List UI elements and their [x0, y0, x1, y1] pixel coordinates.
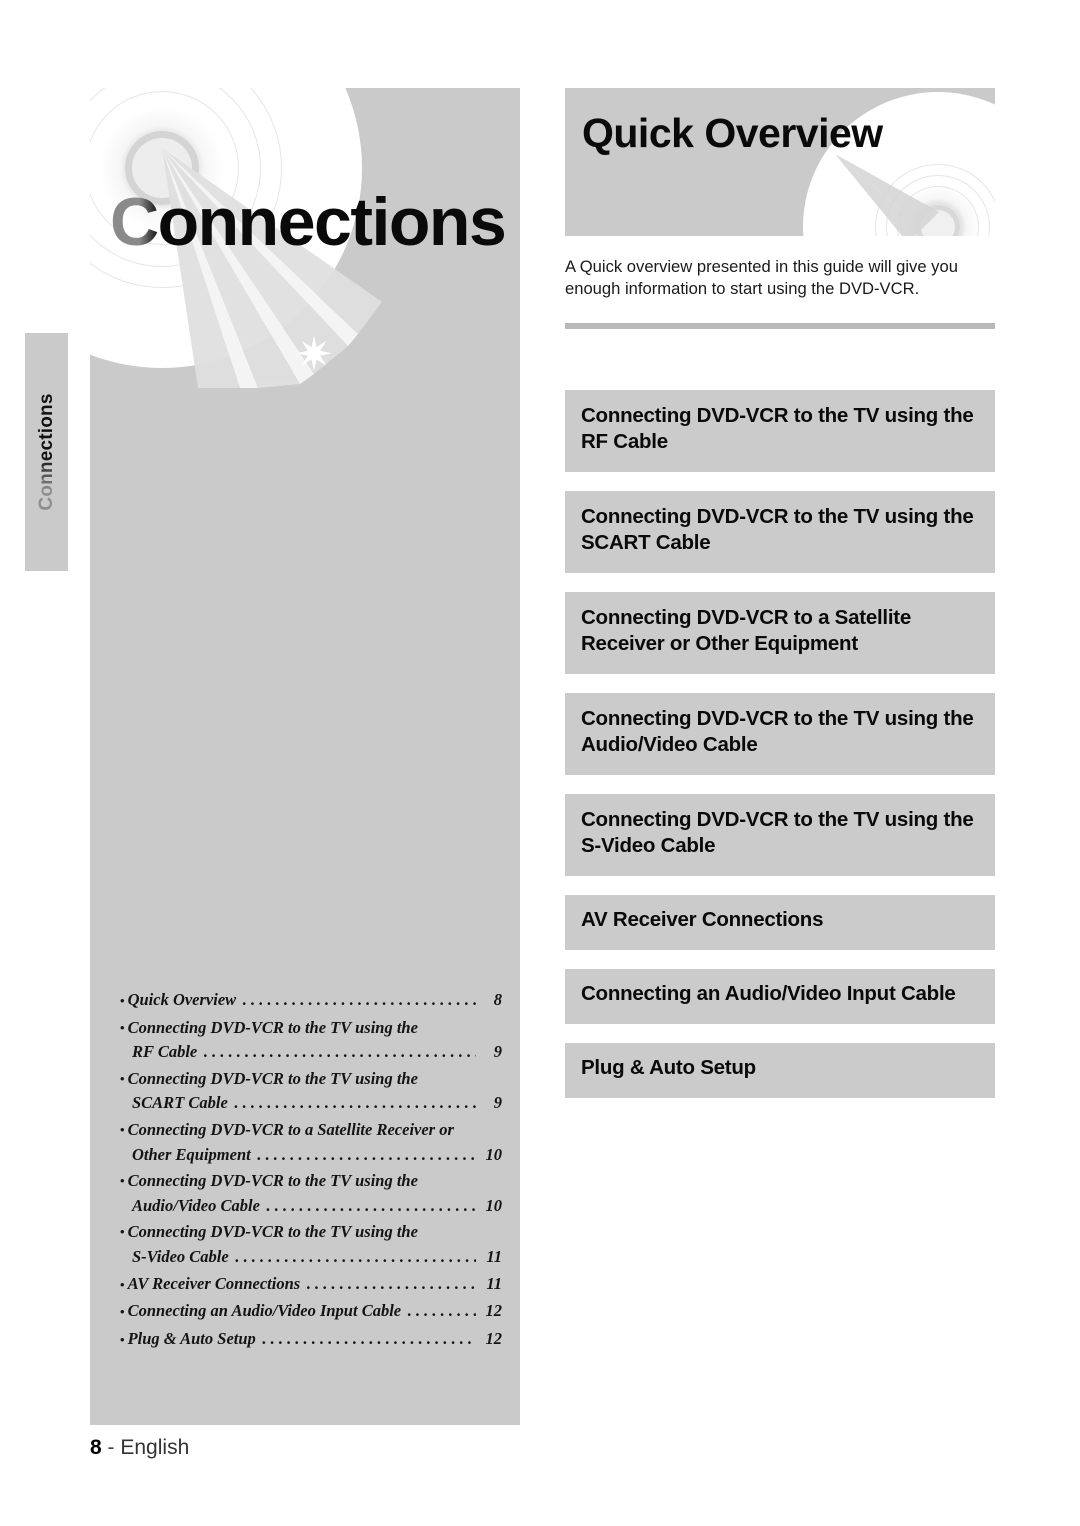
laser-sparkle-icon: ✷ — [294, 328, 334, 380]
toc-bullet-icon: • — [120, 1121, 125, 1137]
toc-dot-leader: ........................................… — [256, 1144, 476, 1164]
toc-entry-label: Quick Overview — [127, 990, 237, 1009]
toc-page-number: 9 — [493, 1093, 502, 1113]
section-box-label: Connecting DVD-VCR to the TV using the S… — [581, 808, 974, 857]
toc-entry-label: Connecting DVD-VCR to the TV using the — [127, 1017, 418, 1037]
section-box-label: AV Receiver Connections — [581, 908, 824, 931]
section-box[interactable]: Connecting an Audio/Video Input Cable — [565, 969, 995, 1024]
toc-bullet-icon: • — [120, 993, 125, 1008]
toc-entry-label: Connecting an Audio/Video Input Cable — [127, 1301, 402, 1321]
section-box[interactable]: Connecting DVD-VCR to the TV using the S… — [565, 794, 995, 876]
toc-bullet-icon: • — [120, 1331, 125, 1347]
section-box[interactable]: Connecting DVD-VCR to the TV using the S… — [565, 491, 995, 573]
toc-dot-leader: ........................................… — [234, 1246, 476, 1266]
toc-page-number: 8 — [493, 990, 502, 1009]
section-box[interactable]: Connecting DVD-VCR to a Satellite Receiv… — [565, 592, 995, 674]
footer-separator: - — [107, 1436, 115, 1459]
toc-entry[interactable]: • Connecting DVD-VCR to the TV using the A… — [120, 1169, 502, 1218]
toc-entry[interactable]: • Connecting an Audio/Video Input Cable..… — [120, 1299, 502, 1325]
toc-page-number: 11 — [486, 1273, 502, 1293]
horizontal-divider — [565, 323, 995, 329]
toc-entry-label-cont: SCART Cable — [132, 1093, 228, 1113]
toc-entry-label: AV Receiver Connections — [127, 1273, 301, 1293]
section-title: Quick Overview — [582, 110, 883, 156]
table-of-contents: • Quick Overview.........................… — [120, 988, 502, 1354]
toc-bullet-icon: • — [120, 1070, 125, 1086]
section-box[interactable]: Connecting DVD-VCR to the TV using the R… — [565, 390, 995, 472]
toc-dot-leader: ........................................… — [233, 1093, 476, 1113]
toc-bullet-icon: • — [120, 1224, 125, 1240]
toc-dot-leader: ........................................… — [407, 1301, 476, 1321]
toc-page-number: 9 — [493, 1042, 502, 1062]
quick-overview-header: Quick Overview — [565, 88, 995, 236]
toc-page-number: 12 — [485, 1301, 503, 1321]
toc-entry[interactable]: • AV Receiver Connections................… — [120, 1272, 502, 1298]
section-box-label: Connecting DVD-VCR to the TV using the S… — [581, 505, 974, 554]
section-box-label: Plug & Auto Setup — [581, 1056, 756, 1079]
toc-entry[interactable]: • Connecting DVD-VCR to a Satellite Recei… — [120, 1118, 502, 1167]
toc-dot-leader: ........................................… — [306, 1273, 476, 1293]
section-box[interactable]: AV Receiver Connections — [565, 895, 995, 950]
toc-dot-leader: ........................................… — [265, 1195, 476, 1215]
disc-beam-rays — [162, 148, 382, 388]
toc-page-number: 10 — [485, 1195, 503, 1215]
toc-bullet-icon: • — [120, 1276, 125, 1292]
page-title: Connections — [110, 184, 507, 260]
section-box-label: Connecting DVD-VCR to the TV using the R… — [581, 404, 974, 453]
toc-entry-label: Connecting DVD-VCR to the TV using the — [127, 1222, 418, 1242]
footer-page-number: 8 — [90, 1436, 102, 1459]
toc-entry[interactable]: • Connecting DVD-VCR to the TV using the S… — [120, 1067, 502, 1116]
section-box[interactable]: Plug & Auto Setup — [565, 1043, 995, 1098]
toc-bullet-icon: • — [120, 1173, 125, 1189]
toc-entry-label-cont: S-Video Cable — [132, 1246, 229, 1266]
toc-entry[interactable]: • Connecting DVD-VCR to the TV using the R… — [120, 1016, 502, 1065]
footer-language: English — [120, 1436, 190, 1459]
toc-entry-label-cont: Other Equipment — [132, 1144, 251, 1164]
toc-entry-label: Plug & Auto Setup — [127, 1328, 256, 1348]
toc-bullet-icon: • — [120, 1304, 125, 1320]
toc-entry[interactable]: • Quick Overview.........................… — [120, 988, 502, 1014]
chapter-cover-panel: ✷ Connections • Quick Overview...........… — [90, 88, 520, 1425]
chapter-side-tab: Connections — [25, 333, 68, 571]
toc-dot-leader: ........................................… — [261, 1328, 476, 1348]
toc-entry-label-cont: RF Cable — [132, 1042, 198, 1062]
section-box-label: Connecting an Audio/Video Input Cable — [581, 982, 956, 1005]
toc-entry[interactable]: • Plug & Auto Setup......................… — [120, 1327, 502, 1353]
toc-dot-leader: ........................................… — [242, 990, 476, 1009]
section-box-list: Connecting DVD-VCR to the TV using the R… — [565, 390, 995, 1117]
toc-entry-label: Connecting DVD-VCR to the TV using the — [127, 1171, 418, 1191]
quick-overview-column: Quick Overview A Quick overview presente… — [565, 88, 995, 1098]
intro-paragraph: A Quick overview presented in this guide… — [565, 257, 958, 298]
section-box-label: Connecting DVD-VCR to the TV using the A… — [581, 707, 974, 756]
toc-page-number: 10 — [485, 1144, 503, 1164]
toc-entry-label-cont: Audio/Video Cable — [132, 1195, 260, 1215]
toc-page-number: 12 — [485, 1328, 503, 1348]
toc-bullet-icon: • — [120, 1019, 125, 1035]
page-footer: 8 - English — [90, 1436, 189, 1460]
toc-dot-leader: ........................................… — [203, 1042, 476, 1062]
section-box-label: Connecting DVD-VCR to a Satellite Receiv… — [581, 606, 912, 655]
chapter-side-tab-label: Connections — [35, 393, 57, 511]
section-box[interactable]: Connecting DVD-VCR to the TV using the A… — [565, 693, 995, 775]
toc-entry-label: Connecting DVD-VCR to the TV using the — [127, 1068, 418, 1088]
toc-entry[interactable]: • Connecting DVD-VCR to the TV using the S… — [120, 1220, 502, 1269]
toc-entry-label: Connecting DVD-VCR to a Satellite Receiv… — [127, 1119, 454, 1139]
toc-page-number: 11 — [486, 1246, 502, 1266]
